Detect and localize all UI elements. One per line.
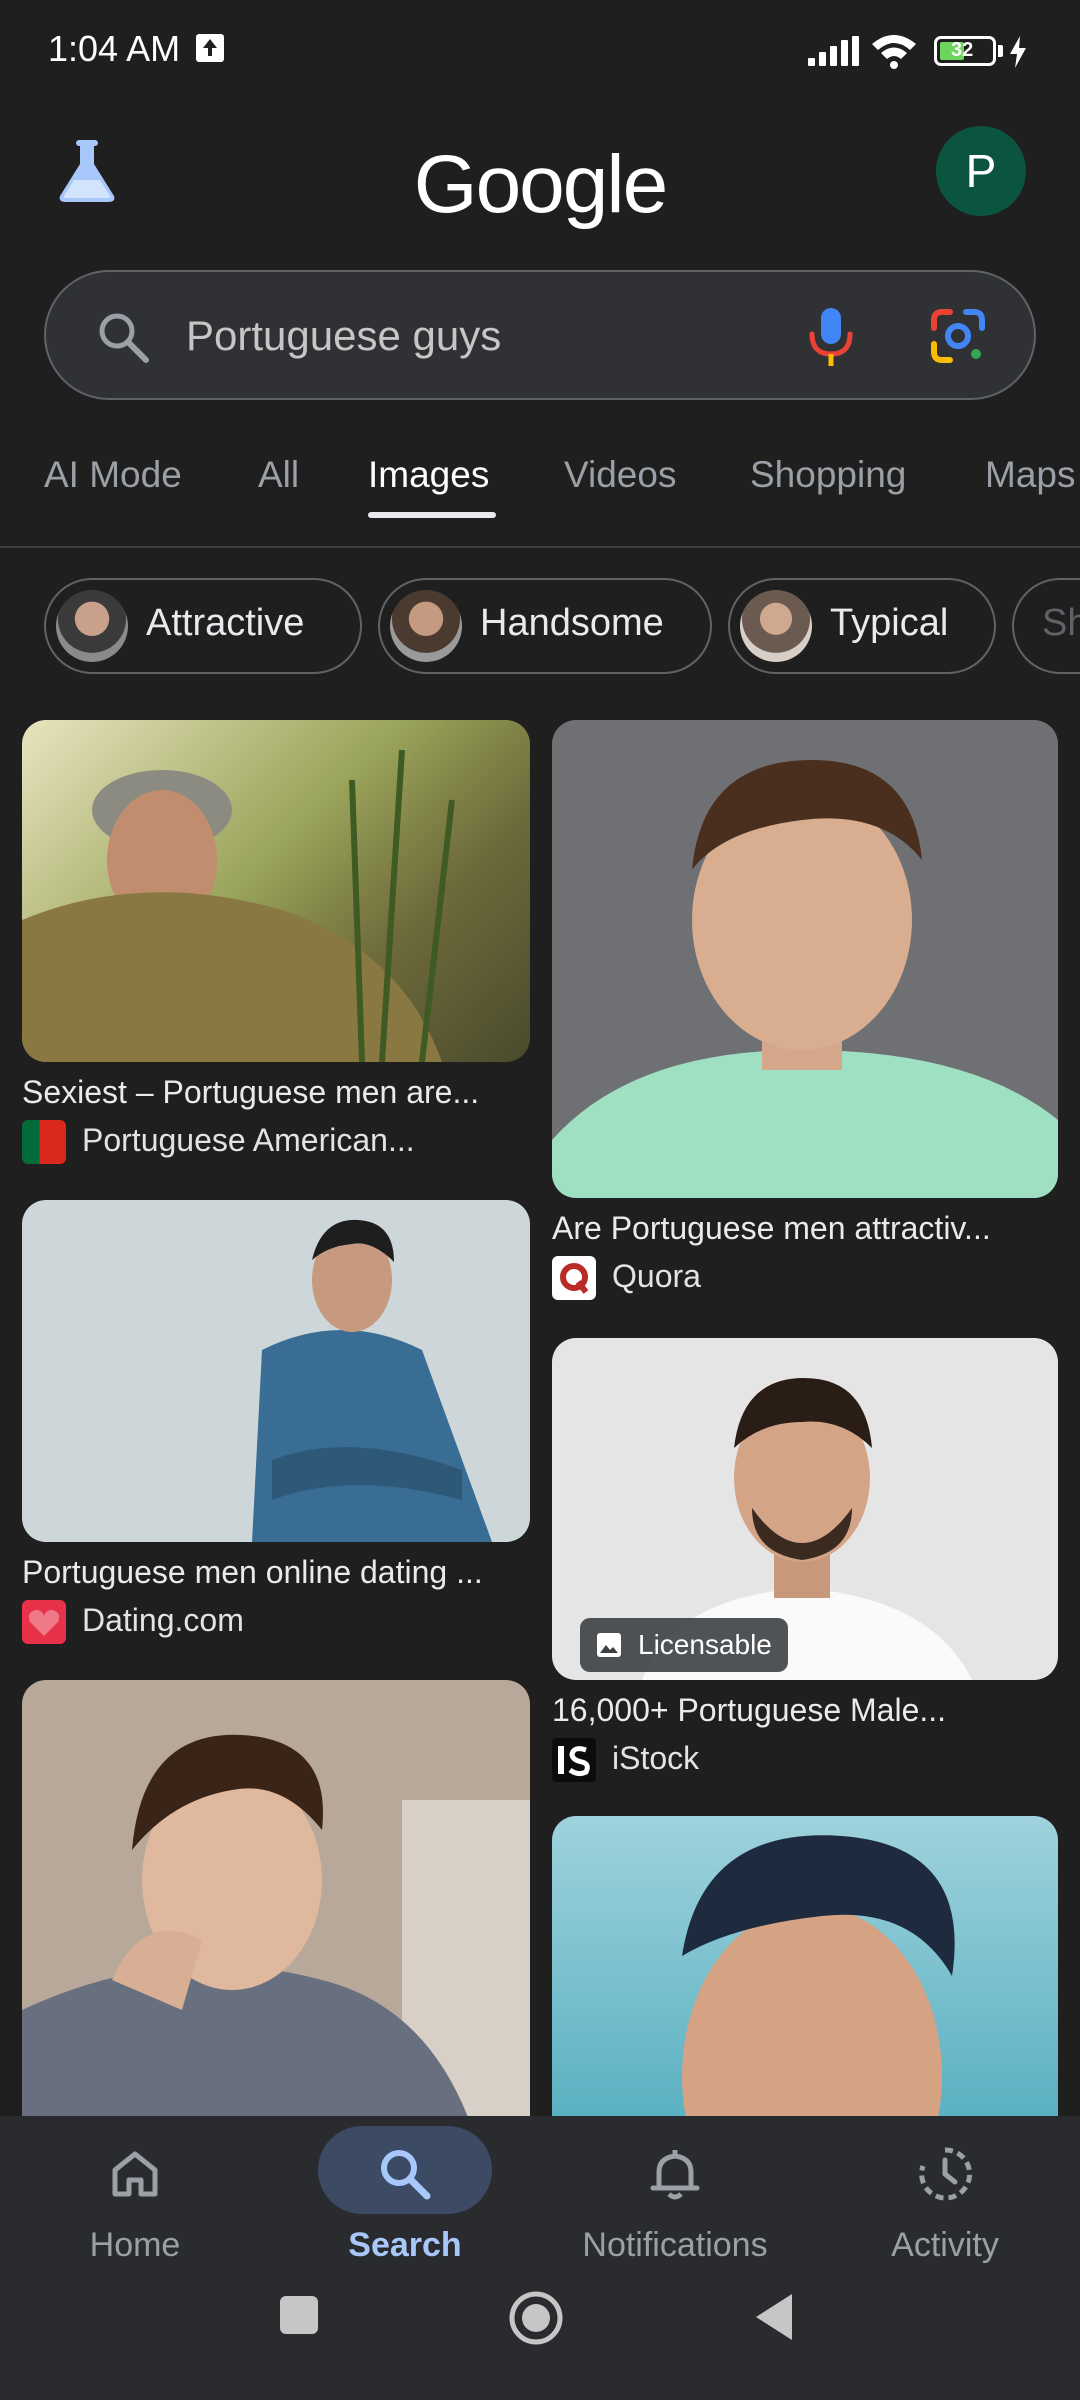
chip-attractive[interactable]: Attractive (44, 578, 362, 674)
nav-label: Search (348, 2226, 462, 2264)
image-icon (597, 1633, 621, 1657)
result-title[interactable]: Sexiest – Portuguese men are... (22, 1074, 479, 1111)
licensable-badge: Licensable (580, 1618, 788, 1672)
wifi-icon (872, 35, 916, 69)
nav-label: Home (89, 2226, 181, 2264)
image-result[interactable] (552, 1816, 1058, 2116)
source-name: Portuguese American... (82, 1122, 415, 1158)
portugal-flag-favicon (22, 1120, 66, 1164)
chip-thumbnail (56, 590, 128, 662)
microphone-icon[interactable] (806, 306, 856, 368)
chip-more[interactable]: Sh (1012, 578, 1080, 674)
nav-label: Activity (891, 2226, 999, 2264)
quora-favicon (552, 1256, 596, 1300)
source-name: iStock (612, 1740, 700, 1776)
nav-search[interactable]: Search (270, 2116, 540, 2296)
battery-icon: 32 (934, 36, 996, 66)
result-image[interactable] (22, 1200, 530, 1542)
image-result[interactable]: Are Portuguese men attractiv... Quora (552, 720, 1058, 1300)
dating-com-favicon (22, 1600, 66, 1644)
image-result[interactable]: Licensable 16,000+ Portuguese Male... iS… (552, 1338, 1058, 1782)
back-button[interactable] (752, 2292, 796, 2342)
nav-activity[interactable]: Activity (810, 2116, 1080, 2296)
avatar[interactable]: P (936, 126, 1026, 216)
nav-label: Notifications (582, 2226, 768, 2264)
search-icon (381, 2150, 431, 2200)
chip-label: Typical (830, 602, 949, 644)
result-title[interactable]: Are Portuguese men attractiv... (552, 1210, 991, 1247)
upload-icon (196, 34, 224, 62)
chip-label: Attractive (146, 602, 305, 644)
bottom-navigation: Home Search Notifications Activity (0, 2116, 1080, 2400)
search-icon (99, 313, 149, 363)
search-tabs: AI Mode All Images Videos Shopping Maps (0, 440, 1080, 548)
charging-icon (1010, 36, 1026, 68)
bell-icon (650, 2150, 700, 2200)
battery-tip (998, 45, 1003, 57)
tab-maps[interactable]: Maps (985, 454, 1075, 496)
tab-images[interactable]: Images (368, 454, 489, 496)
nav-notifications[interactable]: Notifications (540, 2116, 810, 2296)
home-system-button[interactable] (508, 2290, 564, 2346)
tab-all[interactable]: All (258, 454, 299, 496)
image-result[interactable]: Sexiest – Portuguese men are... Portugue… (22, 720, 530, 1164)
source-name: Dating.com (82, 1602, 244, 1638)
google-lens-icon[interactable] (930, 308, 986, 364)
istock-favicon (552, 1738, 596, 1782)
result-image[interactable] (552, 720, 1058, 1198)
tab-videos[interactable]: Videos (564, 454, 676, 496)
google-logo: Google (413, 139, 668, 230)
chip-label: Sh (1042, 602, 1080, 644)
chip-thumbnail (740, 590, 812, 662)
chip-handsome[interactable]: Handsome (378, 578, 712, 674)
image-result[interactable] (22, 1680, 530, 2116)
status-time: 1:04 AM (48, 28, 181, 69)
activity-history-icon (919, 2147, 973, 2201)
chip-typical[interactable]: Typical (728, 578, 996, 674)
result-title[interactable]: Portuguese men online dating ... (22, 1554, 483, 1591)
chip-thumbnail (390, 590, 462, 662)
chip-label: Handsome (480, 602, 664, 644)
home-icon (112, 2151, 158, 2197)
tab-ai-mode[interactable]: AI Mode (44, 454, 182, 496)
result-title[interactable]: 16,000+ Portuguese Male... (552, 1692, 946, 1729)
tab-shopping[interactable]: Shopping (750, 454, 906, 496)
active-tab-indicator (368, 512, 496, 518)
result-image[interactable]: Licensable (552, 1338, 1058, 1680)
result-image[interactable] (22, 720, 530, 1062)
source-name: Quora (612, 1258, 701, 1294)
recent-apps-button[interactable] (278, 2294, 320, 2336)
licensable-label: Licensable (638, 1629, 772, 1660)
signal-icon (808, 36, 860, 66)
status-bar: 1:04 AM 32 (0, 0, 1080, 100)
result-image[interactable] (22, 1680, 530, 2116)
search-input[interactable]: Portuguese guys (186, 312, 501, 360)
nav-home[interactable]: Home (0, 2116, 270, 2296)
search-bar[interactable]: Portuguese guys (44, 270, 1036, 400)
battery-level: 32 (951, 39, 974, 61)
image-result[interactable]: Portuguese men online dating ... Dating.… (22, 1200, 530, 1644)
result-image[interactable] (552, 1816, 1058, 2116)
